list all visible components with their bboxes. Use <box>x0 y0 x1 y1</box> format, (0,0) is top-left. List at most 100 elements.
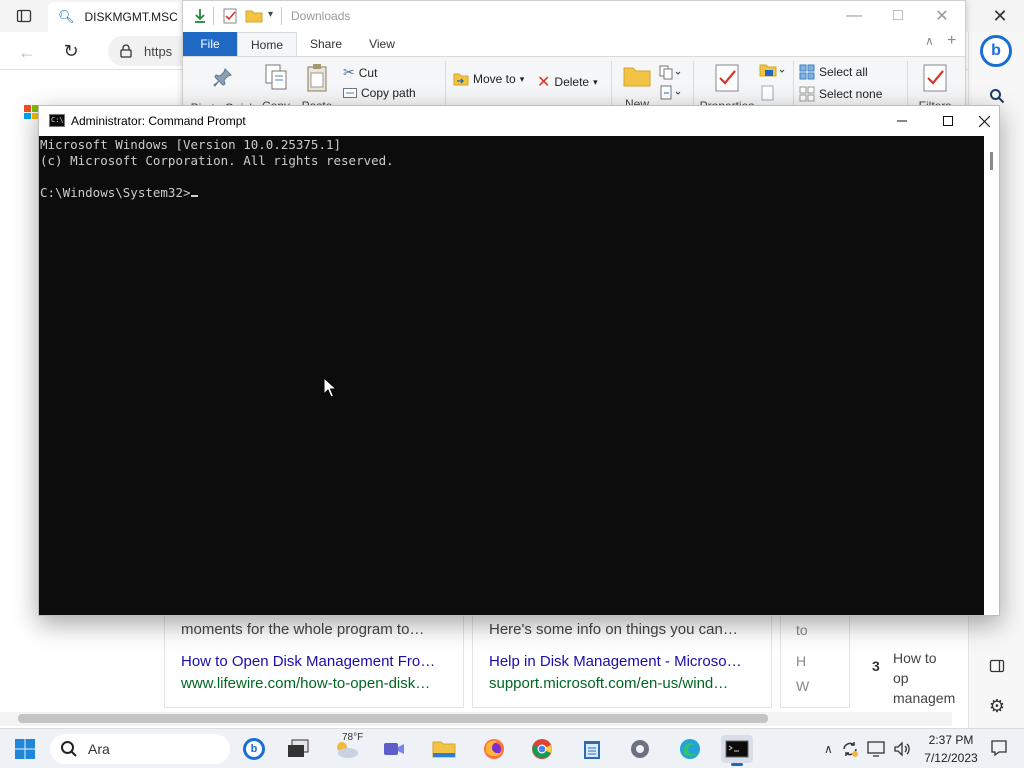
settings-gear-icon[interactable]: ⚙ <box>987 696 1007 716</box>
select-all-button[interactable]: Select all <box>799 64 868 80</box>
delete-label: Delete <box>554 75 590 89</box>
new-folder-icon[interactable] <box>245 9 263 23</box>
quick-access-dropdown-icon[interactable]: ▾ <box>268 9 273 20</box>
copilot-bing-icon[interactable]: b <box>980 35 1012 67</box>
clock-time: 2:37 PM <box>928 733 974 747</box>
copy-icon <box>265 64 287 90</box>
copy-path-icon <box>343 88 357 98</box>
result-title-link[interactable]: Help in Disk Management - Microso… <box>489 652 755 672</box>
mouse-pointer-icon <box>323 377 337 398</box>
cmd-maximize-button[interactable] <box>925 106 971 136</box>
url-text: https <box>144 43 173 59</box>
microsoft-logo-icon <box>24 105 38 119</box>
copy-path-button[interactable]: Copy path <box>343 86 416 100</box>
tab-file[interactable]: File <box>183 32 237 56</box>
search-icon: 🔍︎ <box>58 9 75 24</box>
move-to-button[interactable]: Move to ▾ <box>453 72 524 86</box>
dropdown-arrow-icon: ▾ <box>519 73 525 84</box>
cmd-title: Administrator: Command Prompt <box>71 114 246 128</box>
download-arrow-icon[interactable] <box>193 8 207 24</box>
clock[interactable]: 2:37 PM 7/12/2023 <box>916 731 986 767</box>
bing-taskbar-icon[interactable]: b <box>238 735 270 763</box>
cmd-vertical-scrollbar[interactable] <box>984 136 999 615</box>
delete-button[interactable]: ✕ Delete ▾ <box>537 72 598 92</box>
result-card[interactable]: moments for the whole program to… How to… <box>164 614 464 708</box>
task-view-icon[interactable] <box>282 735 314 763</box>
horizontal-scrollbar-thumb[interactable] <box>18 714 768 723</box>
tab-home[interactable]: Home <box>237 32 297 56</box>
partial-result-text: H <box>796 653 807 669</box>
weather-temperature: 78°F <box>342 732 364 743</box>
chrome-icon[interactable] <box>526 735 558 763</box>
tab-actions-icon[interactable] <box>14 6 34 26</box>
edit-icon[interactable] <box>761 85 775 101</box>
ribbon-home: Pin to Quick Copy Paste ✂ Cut Copy path … <box>183 56 965 115</box>
browser-tab-active[interactable]: 🔍︎ DISKMGMT.MSC <box>48 2 188 32</box>
search-placeholder: Ara <box>88 741 110 757</box>
result-title-link[interactable]: How to Open Disk Management Fro… <box>181 652 447 672</box>
explorer-title: Downloads <box>291 9 351 23</box>
notification-icon[interactable] <box>990 739 1008 757</box>
volume-icon[interactable] <box>893 741 911 757</box>
file-explorer-window: ▾ Downloads — □ ✕ File Home Share View ∧… <box>182 0 966 115</box>
explorer-close-button[interactable]: ✕ <box>919 1 965 31</box>
console-line: Microsoft Windows [Version 10.0.25375.1] <box>40 137 342 152</box>
edge-icon[interactable] <box>674 735 706 763</box>
sync-icon[interactable] <box>841 740 859 758</box>
sidebar-panel-icon[interactable] <box>987 656 1007 676</box>
text-cursor <box>190 195 198 197</box>
explorer-titlebar: ▾ Downloads — □ ✕ <box>183 1 965 32</box>
clock-date: 7/12/2023 <box>924 751 978 765</box>
explorer-minimize-button[interactable]: — <box>831 1 877 31</box>
console-output[interactable]: Microsoft Windows [Version 10.0.25375.1]… <box>39 136 984 615</box>
refresh-icon[interactable]: ↻ <box>60 40 82 62</box>
maximize-icon <box>943 116 953 126</box>
select-none-icon <box>799 86 815 102</box>
cut-label: Cut <box>358 65 378 80</box>
result-card-partial[interactable] <box>780 614 850 708</box>
easy-access-icon[interactable] <box>659 85 681 101</box>
tab-view[interactable]: View <box>357 32 407 56</box>
console-line: (c) Microsoft Corporation. All rights re… <box>40 153 394 168</box>
open-folder-icon[interactable] <box>759 63 785 79</box>
explorer-maximize-button[interactable]: □ <box>875 1 921 31</box>
browser-close-icon[interactable]: ✕ <box>990 6 1010 26</box>
cmd-titlebar[interactable]: C:\ Administrator: Command Prompt <box>39 106 999 136</box>
move-to-icon <box>453 73 469 86</box>
network-icon[interactable] <box>867 741 885 757</box>
start-button[interactable] <box>9 735 41 763</box>
tab-share[interactable]: Share <box>301 32 351 56</box>
notepad-icon[interactable] <box>576 735 608 763</box>
lock-icon <box>120 44 132 58</box>
rank-item-text[interactable]: How to op management <box>893 648 955 708</box>
back-arrow-icon[interactable]: ← <box>16 41 38 63</box>
result-url[interactable]: www.lifewire.com/how-to-open-disk… <box>181 672 447 696</box>
settings-app-icon[interactable] <box>624 735 656 763</box>
folder-icon <box>623 67 651 87</box>
result-url[interactable]: support.microsoft.com/en-us/wind… <box>489 672 755 696</box>
ribbon-collapse-icon[interactable]: ∧ <box>925 34 934 48</box>
result-snippet: Here's some info on things you can… <box>489 621 738 638</box>
new-item-icon[interactable] <box>659 65 681 81</box>
select-none-button[interactable]: Select none <box>799 86 882 102</box>
cmd-app-icon[interactable]: C:\ <box>49 114 65 127</box>
rank-number: 3 <box>872 658 880 674</box>
partial-result-text: to <box>796 622 808 638</box>
chevron-up-icon[interactable]: ∧ <box>824 742 833 756</box>
command-prompt-window: C:\ Administrator: Command Prompt Micros… <box>38 105 1000 616</box>
cmd-minimize-button[interactable] <box>879 106 925 136</box>
taskbar-search-box[interactable]: Ara <box>50 734 230 764</box>
teams-meet-icon[interactable] <box>378 735 410 763</box>
ribbon-tabs: File Home Share View ∧ + <box>183 32 965 56</box>
delete-x-icon: ✕ <box>537 74 551 91</box>
firefox-icon[interactable] <box>478 735 510 763</box>
properties-check-icon[interactable] <box>223 8 237 24</box>
cmd-close-button[interactable] <box>969 106 999 136</box>
cmd-scrollbar-thumb[interactable] <box>990 152 993 170</box>
file-explorer-taskbar-icon[interactable] <box>428 735 460 763</box>
cmd-taskbar-icon[interactable] <box>721 735 753 766</box>
ribbon-add-icon[interactable]: + <box>947 32 956 50</box>
search-results: moments for the whole program to… How to… <box>164 614 968 708</box>
cut-button[interactable]: ✂ Cut <box>343 64 377 81</box>
result-card[interactable]: Here's some info on things you can… Help… <box>472 614 772 708</box>
